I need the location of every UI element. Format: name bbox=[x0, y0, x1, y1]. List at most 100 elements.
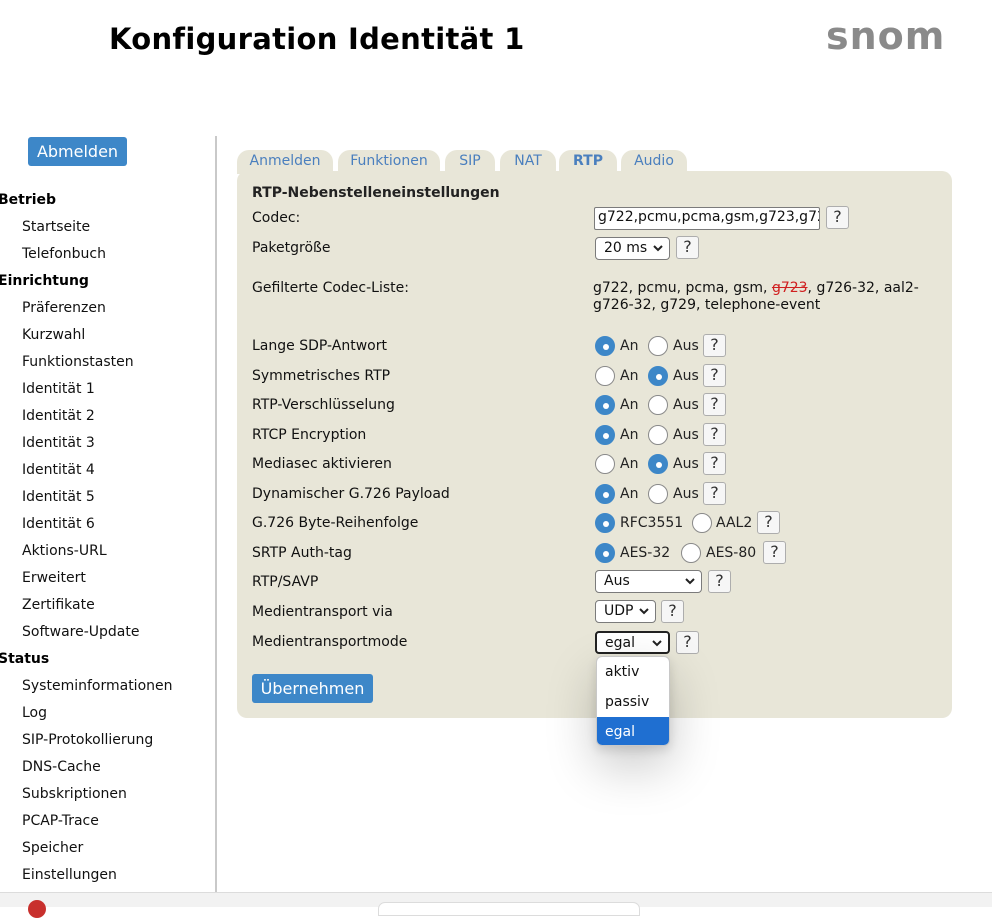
dropdown-option-passiv[interactable]: passiv bbox=[597, 687, 669, 717]
radio-option-2[interactable] bbox=[648, 454, 668, 474]
page-title: Konfiguration Identität 1 bbox=[109, 22, 525, 56]
media-transport-mode-label: Medientransportmode bbox=[252, 634, 408, 650]
codec-help-button[interactable]: ? bbox=[826, 206, 849, 229]
sidebar-item[interactable]: Funktionstasten bbox=[0, 350, 214, 377]
radio-option-1-label: An bbox=[620, 397, 639, 413]
radio-option-2-label: Aus bbox=[673, 338, 699, 354]
radio-option-1-label: An bbox=[620, 368, 639, 384]
radio-setting-help-button[interactable]: ? bbox=[703, 423, 726, 446]
radio-setting-label: G.726 Byte-Reihenfolge bbox=[252, 515, 419, 531]
sidebar-item[interactable]: Startseite bbox=[0, 215, 214, 242]
section-title: RTP-Nebenstelleneinstellungen bbox=[252, 185, 500, 201]
snom-logo: snom bbox=[826, 14, 946, 58]
radio-option-1-label: An bbox=[620, 427, 639, 443]
sidebar-item[interactable]: Subskriptionen bbox=[0, 782, 214, 809]
radio-option-1[interactable] bbox=[595, 454, 615, 474]
radio-option-1-label: An bbox=[620, 486, 639, 502]
media-transport-mode-select[interactable]: egal bbox=[595, 631, 670, 654]
sidebar-item[interactable]: Software-Update bbox=[0, 620, 214, 647]
radio-setting-help-button[interactable]: ? bbox=[703, 452, 726, 475]
radio-option-1[interactable] bbox=[595, 336, 615, 356]
codec-label: Codec: bbox=[252, 210, 301, 226]
radio-setting-help-button[interactable]: ? bbox=[757, 511, 780, 534]
dropdown-option-egal[interactable]: egal bbox=[597, 717, 669, 745]
rtp-savp-help-button[interactable]: ? bbox=[708, 570, 731, 593]
radio-option-1[interactable] bbox=[595, 484, 615, 504]
radio-option-1[interactable] bbox=[595, 513, 615, 533]
radio-setting-help-button[interactable]: ? bbox=[703, 482, 726, 505]
radio-setting-help-button[interactable]: ? bbox=[703, 334, 726, 357]
radio-option-1-label: AES-32 bbox=[620, 545, 671, 561]
radio-setting-label: Dynamischer G.726 Payload bbox=[252, 486, 450, 502]
radio-option-2[interactable] bbox=[648, 484, 668, 504]
media-transport-help-button[interactable]: ? bbox=[661, 600, 684, 623]
sidebar-item[interactable]: Präferenzen bbox=[0, 296, 214, 323]
radio-option-1-label: An bbox=[620, 456, 639, 472]
sidebar-item[interactable]: Identität 2 bbox=[0, 404, 214, 431]
sidebar-item[interactable]: Identität 4 bbox=[0, 458, 214, 485]
sidebar-item[interactable]: Systeminformationen bbox=[0, 674, 214, 701]
logout-button[interactable]: Abmelden bbox=[28, 137, 127, 166]
tab-audio[interactable]: Audio bbox=[621, 150, 687, 174]
radio-option-2[interactable] bbox=[648, 425, 668, 445]
media-transport-select[interactable]: UDP bbox=[595, 600, 656, 623]
radio-setting-help-button[interactable]: ? bbox=[763, 541, 786, 564]
tab-sip[interactable]: SIP bbox=[445, 150, 495, 174]
radio-option-1[interactable] bbox=[595, 395, 615, 415]
sidebar-item[interactable]: Speicher bbox=[0, 836, 214, 863]
chevron-down-icon bbox=[653, 245, 663, 252]
sidebar-item[interactable]: PCAP-Trace bbox=[0, 809, 214, 836]
packet-size-select[interactable]: 20 ms bbox=[595, 237, 670, 260]
radio-option-2-label: Aus bbox=[673, 486, 699, 502]
sidebar-item[interactable]: Kurzwahl bbox=[0, 323, 214, 350]
sidebar-item[interactable]: Aktions-URL bbox=[0, 539, 214, 566]
codec-input[interactable]: g722,pcmu,pcma,gsm,g723,g726-32,aal2-g72… bbox=[594, 207, 820, 230]
packet-size-help-button[interactable]: ? bbox=[676, 236, 699, 259]
media-transport-mode-help-button[interactable]: ? bbox=[676, 631, 699, 654]
radio-setting-help-button[interactable]: ? bbox=[703, 364, 726, 387]
sidebar-item[interactable]: Log bbox=[0, 701, 214, 728]
radio-option-2[interactable] bbox=[648, 395, 668, 415]
radio-option-2-label: AES-80 bbox=[706, 545, 757, 561]
radio-option-2-label: Aus bbox=[673, 456, 699, 472]
sidebar-item[interactable]: SIP-Protokollierung bbox=[0, 728, 214, 755]
sidebar-item[interactable]: Einstellungen bbox=[0, 863, 214, 890]
radio-setting-label: SRTP Auth-tag bbox=[252, 545, 352, 561]
radio-option-1[interactable] bbox=[595, 366, 615, 386]
sidebar-item[interactable]: Telefonbuch bbox=[0, 242, 214, 269]
media-transport-mode-dropdown: aktiv passiv egal bbox=[596, 656, 670, 746]
filtered-codecs-label: Gefilterte Codec-Liste: bbox=[252, 280, 409, 296]
packet-size-value: 20 ms bbox=[604, 240, 648, 256]
sidebar-item[interactable]: Erweitert bbox=[0, 566, 214, 593]
radio-option-2-label: Aus bbox=[673, 368, 699, 384]
sidebar-section-0: Betrieb bbox=[0, 192, 57, 208]
radio-option-2[interactable] bbox=[648, 336, 668, 356]
sidebar-item[interactable]: Zertifikate bbox=[0, 593, 214, 620]
dropdown-option-aktiv[interactable]: aktiv bbox=[597, 657, 669, 687]
sidebar-nav: Betrieb Startseite Telefonbuch Einrichtung P… bbox=[0, 188, 214, 890]
apply-button[interactable]: Übernehmen bbox=[252, 674, 373, 703]
radio-option-2[interactable] bbox=[648, 366, 668, 386]
sidebar-divider bbox=[215, 136, 217, 894]
radio-option-1[interactable] bbox=[595, 543, 615, 563]
sidebar-section-1: Einrichtung bbox=[0, 273, 89, 289]
radio-setting-help-button[interactable]: ? bbox=[703, 393, 726, 416]
sidebar-item[interactable]: Identität 6 bbox=[0, 512, 214, 539]
sidebar-item[interactable]: Identität 3 bbox=[0, 431, 214, 458]
tab-anmelden[interactable]: Anmelden bbox=[237, 150, 333, 174]
tab-funktionen[interactable]: Funktionen bbox=[338, 150, 440, 174]
media-transport-label: Medientransport via bbox=[252, 604, 393, 620]
radio-option-1[interactable] bbox=[595, 425, 615, 445]
chevron-down-icon bbox=[685, 578, 695, 585]
sidebar-item[interactable]: Identität 5 bbox=[0, 485, 214, 512]
tab-rtp[interactable]: RTP bbox=[559, 150, 617, 174]
sidebar-item[interactable]: DNS-Cache bbox=[0, 755, 214, 782]
radio-option-2[interactable] bbox=[681, 543, 701, 563]
radio-option-2[interactable] bbox=[692, 513, 712, 533]
sidebar-item[interactable]: Identität 1 bbox=[0, 377, 214, 404]
sidebar-section-2: Status bbox=[0, 651, 50, 667]
tab-nat[interactable]: NAT bbox=[500, 150, 556, 174]
rtp-savp-label: RTP/SAVP bbox=[252, 574, 319, 590]
rtp-savp-select[interactable]: Aus bbox=[595, 570, 702, 593]
radio-setting-label: RTCP Encryption bbox=[252, 427, 367, 443]
